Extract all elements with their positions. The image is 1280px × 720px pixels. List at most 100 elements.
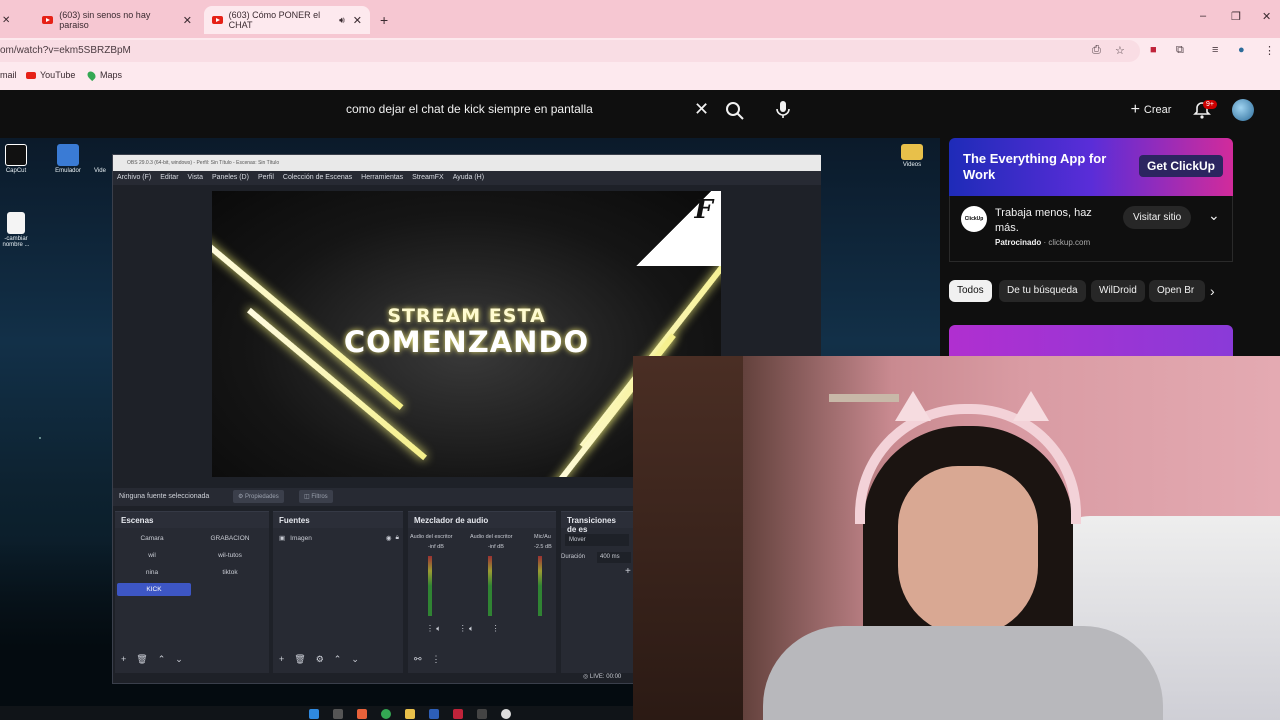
- close-icon[interactable]: ✕: [183, 14, 192, 27]
- trash-icon[interactable]: 🗑︎: [294, 654, 305, 665]
- filters-button[interactable]: ◫ Filtros: [299, 490, 333, 503]
- app-taskbar-icon[interactable]: [477, 709, 487, 719]
- voice-search-button[interactable]: [770, 96, 796, 122]
- audio-meter: [538, 556, 542, 616]
- scenes-title: Escenas: [115, 512, 269, 528]
- up-icon[interactable]: ⌃: [334, 654, 342, 665]
- minimize-button[interactable]: –: [1200, 10, 1206, 22]
- chevron-right-icon[interactable]: ›: [1210, 283, 1215, 299]
- down-icon[interactable]: ⌄: [175, 654, 183, 665]
- create-button[interactable]: + Crear: [1120, 98, 1182, 122]
- folder-taskbar-icon[interactable]: [405, 709, 415, 719]
- menu-herramientas[interactable]: Herramientas: [361, 174, 403, 185]
- desktop-icon-emulador: Emulador: [53, 144, 83, 174]
- profile-icon[interactable]: ●: [1238, 44, 1245, 56]
- clear-search-icon[interactable]: ✕: [694, 99, 709, 120]
- extensions-puzzle-icon[interactable]: ⧉: [1176, 44, 1184, 57]
- duration-label: Duración: [561, 554, 586, 560]
- search-input[interactable]: como dejar el chat de kick siempre en pa…: [336, 95, 716, 123]
- eye-icon[interactable]: ◉: [386, 534, 392, 542]
- ad-banner[interactable]: The Everything App for Work Get ClickUp: [949, 138, 1233, 196]
- desktop-icon-label: Emulador: [55, 168, 81, 174]
- app-taskbar-icon[interactable]: [357, 709, 367, 719]
- notification-badge: 9+: [1203, 100, 1217, 109]
- bookmark-maps[interactable]: Maps: [85, 69, 123, 81]
- install-icon[interactable]: ⎙: [1092, 44, 1101, 57]
- scene-controls: + 🗑︎ ⌃ ⌄: [121, 654, 183, 665]
- emulator-icon: [57, 144, 79, 166]
- menu-vista[interactable]: Vista: [188, 174, 203, 185]
- properties-button[interactable]: ⚙︎ Propiedades: [233, 490, 284, 503]
- extension-icon[interactable]: ■: [1150, 44, 1157, 56]
- transition-select[interactable]: Mover: [565, 534, 629, 546]
- url-input[interactable]: om/watch?v=ekm5SBRZBpM: [0, 40, 1140, 62]
- search-taskbar-icon[interactable]: [333, 709, 343, 719]
- photoshop-taskbar-icon[interactable]: [429, 709, 439, 719]
- scene-item[interactable]: tiktok: [193, 566, 267, 579]
- scene-item-selected[interactable]: KICK: [117, 583, 191, 596]
- add-icon[interactable]: +: [121, 654, 126, 665]
- add-transition-icon[interactable]: +: [625, 566, 631, 577]
- gear-icon[interactable]: ⚙︎: [316, 654, 324, 665]
- folder-icon: [901, 144, 923, 160]
- link-icon[interactable]: ⚯: [414, 654, 422, 665]
- bookmark-label: Maps: [100, 70, 123, 80]
- new-tab-button[interactable]: +: [372, 6, 396, 34]
- menu-streamfx[interactable]: StreamFX: [412, 174, 444, 185]
- transitions-dock: Transiciones de es Mover Duración 400 ms…: [561, 511, 633, 673]
- menu-perfil[interactable]: Perfil: [258, 174, 274, 185]
- chip-de-tu-busqueda[interactable]: De tu búsqueda: [999, 280, 1086, 302]
- chrome-taskbar-icon[interactable]: [381, 709, 391, 719]
- ad-cta-button[interactable]: Get ClickUp: [1138, 155, 1223, 177]
- source-item[interactable]: ▣ Imagen ◉ 🔒︎: [279, 534, 399, 542]
- visit-site-button[interactable]: Visitar sitio: [1123, 206, 1192, 229]
- menu-coleccion-escenas[interactable]: Colección de Escenas: [283, 174, 352, 185]
- bookmark-youtube[interactable]: YouTube: [26, 70, 75, 80]
- cat-ear-headset: [855, 404, 1081, 524]
- image-icon: ▣: [279, 535, 286, 542]
- obs-taskbar-icon[interactable]: [501, 709, 511, 719]
- add-icon[interactable]: +: [279, 654, 284, 665]
- duration-input[interactable]: 400 ms: [597, 552, 631, 563]
- scene-item[interactable]: nina: [115, 566, 189, 579]
- speaker-icon: 🔊︎: [339, 14, 345, 25]
- mixer-toolbar: ⚯ ⋮: [414, 654, 441, 665]
- bookmark-star-icon[interactable]: ☆: [1115, 44, 1125, 57]
- windows-start-icon[interactable]: [309, 709, 319, 719]
- scenes-dock: Escenas Camara GRABACION wil wil-tutos n…: [115, 511, 269, 673]
- scene-item[interactable]: wil: [115, 549, 189, 562]
- bookmark-mail[interactable]: mail: [0, 70, 17, 80]
- tab-como-poner[interactable]: (603) Cómo PONER el CHAT 🔊︎ ✕: [204, 6, 370, 34]
- menu-ayuda[interactable]: Ayuda (H): [453, 174, 484, 185]
- scene-item[interactable]: wil-tutos: [193, 549, 267, 562]
- tab-partial[interactable]: ✕: [0, 6, 18, 34]
- close-window-button[interactable]: ✕: [1262, 10, 1271, 23]
- close-icon[interactable]: ✕: [353, 14, 362, 27]
- desktop-icon-videos: Videos: [897, 144, 927, 168]
- menu-icon[interactable]: ⋮: [1264, 44, 1275, 57]
- down-icon[interactable]: ⌄: [351, 654, 359, 665]
- scene-item[interactable]: GRABACION: [193, 532, 267, 545]
- menu-paneles[interactable]: Paneles (D): [212, 174, 249, 185]
- menu-editar[interactable]: Editar: [160, 174, 178, 185]
- menu-archivo[interactable]: Archivo (F): [117, 174, 151, 185]
- chip-open-br[interactable]: Open Br: [1149, 280, 1205, 302]
- maximize-button[interactable]: ❐: [1231, 10, 1241, 23]
- trash-icon[interactable]: 🗑︎: [136, 654, 147, 665]
- avatar[interactable]: [1232, 99, 1254, 121]
- mixer-controls[interactable]: ⋮ 🔈︎ ⋮ 🔈︎ ⋮: [426, 624, 500, 634]
- chevron-down-icon[interactable]: ⌄: [1208, 207, 1220, 224]
- obs-status-bar: ◎ LIVE: 00:00: [583, 674, 622, 680]
- menu-icon[interactable]: ⋮: [432, 654, 441, 665]
- lock-icon[interactable]: 🔒︎: [396, 534, 399, 542]
- app-taskbar-icon[interactable]: [453, 709, 463, 719]
- media-icon[interactable]: ≡: [1212, 44, 1218, 56]
- desktop-icon-label: Videos: [902, 162, 922, 168]
- chip-todos[interactable]: Todos: [949, 280, 992, 302]
- tab-sin-senos[interactable]: (603) sin senos no hay paraiso ✕: [34, 6, 200, 34]
- chip-wildroid[interactable]: WilDroid: [1091, 280, 1145, 302]
- up-icon[interactable]: ⌃: [158, 654, 166, 665]
- search-button[interactable]: [724, 100, 746, 122]
- scene-item[interactable]: Camara: [115, 532, 189, 545]
- mixer-channel-label: Audio del escritor: [410, 534, 453, 540]
